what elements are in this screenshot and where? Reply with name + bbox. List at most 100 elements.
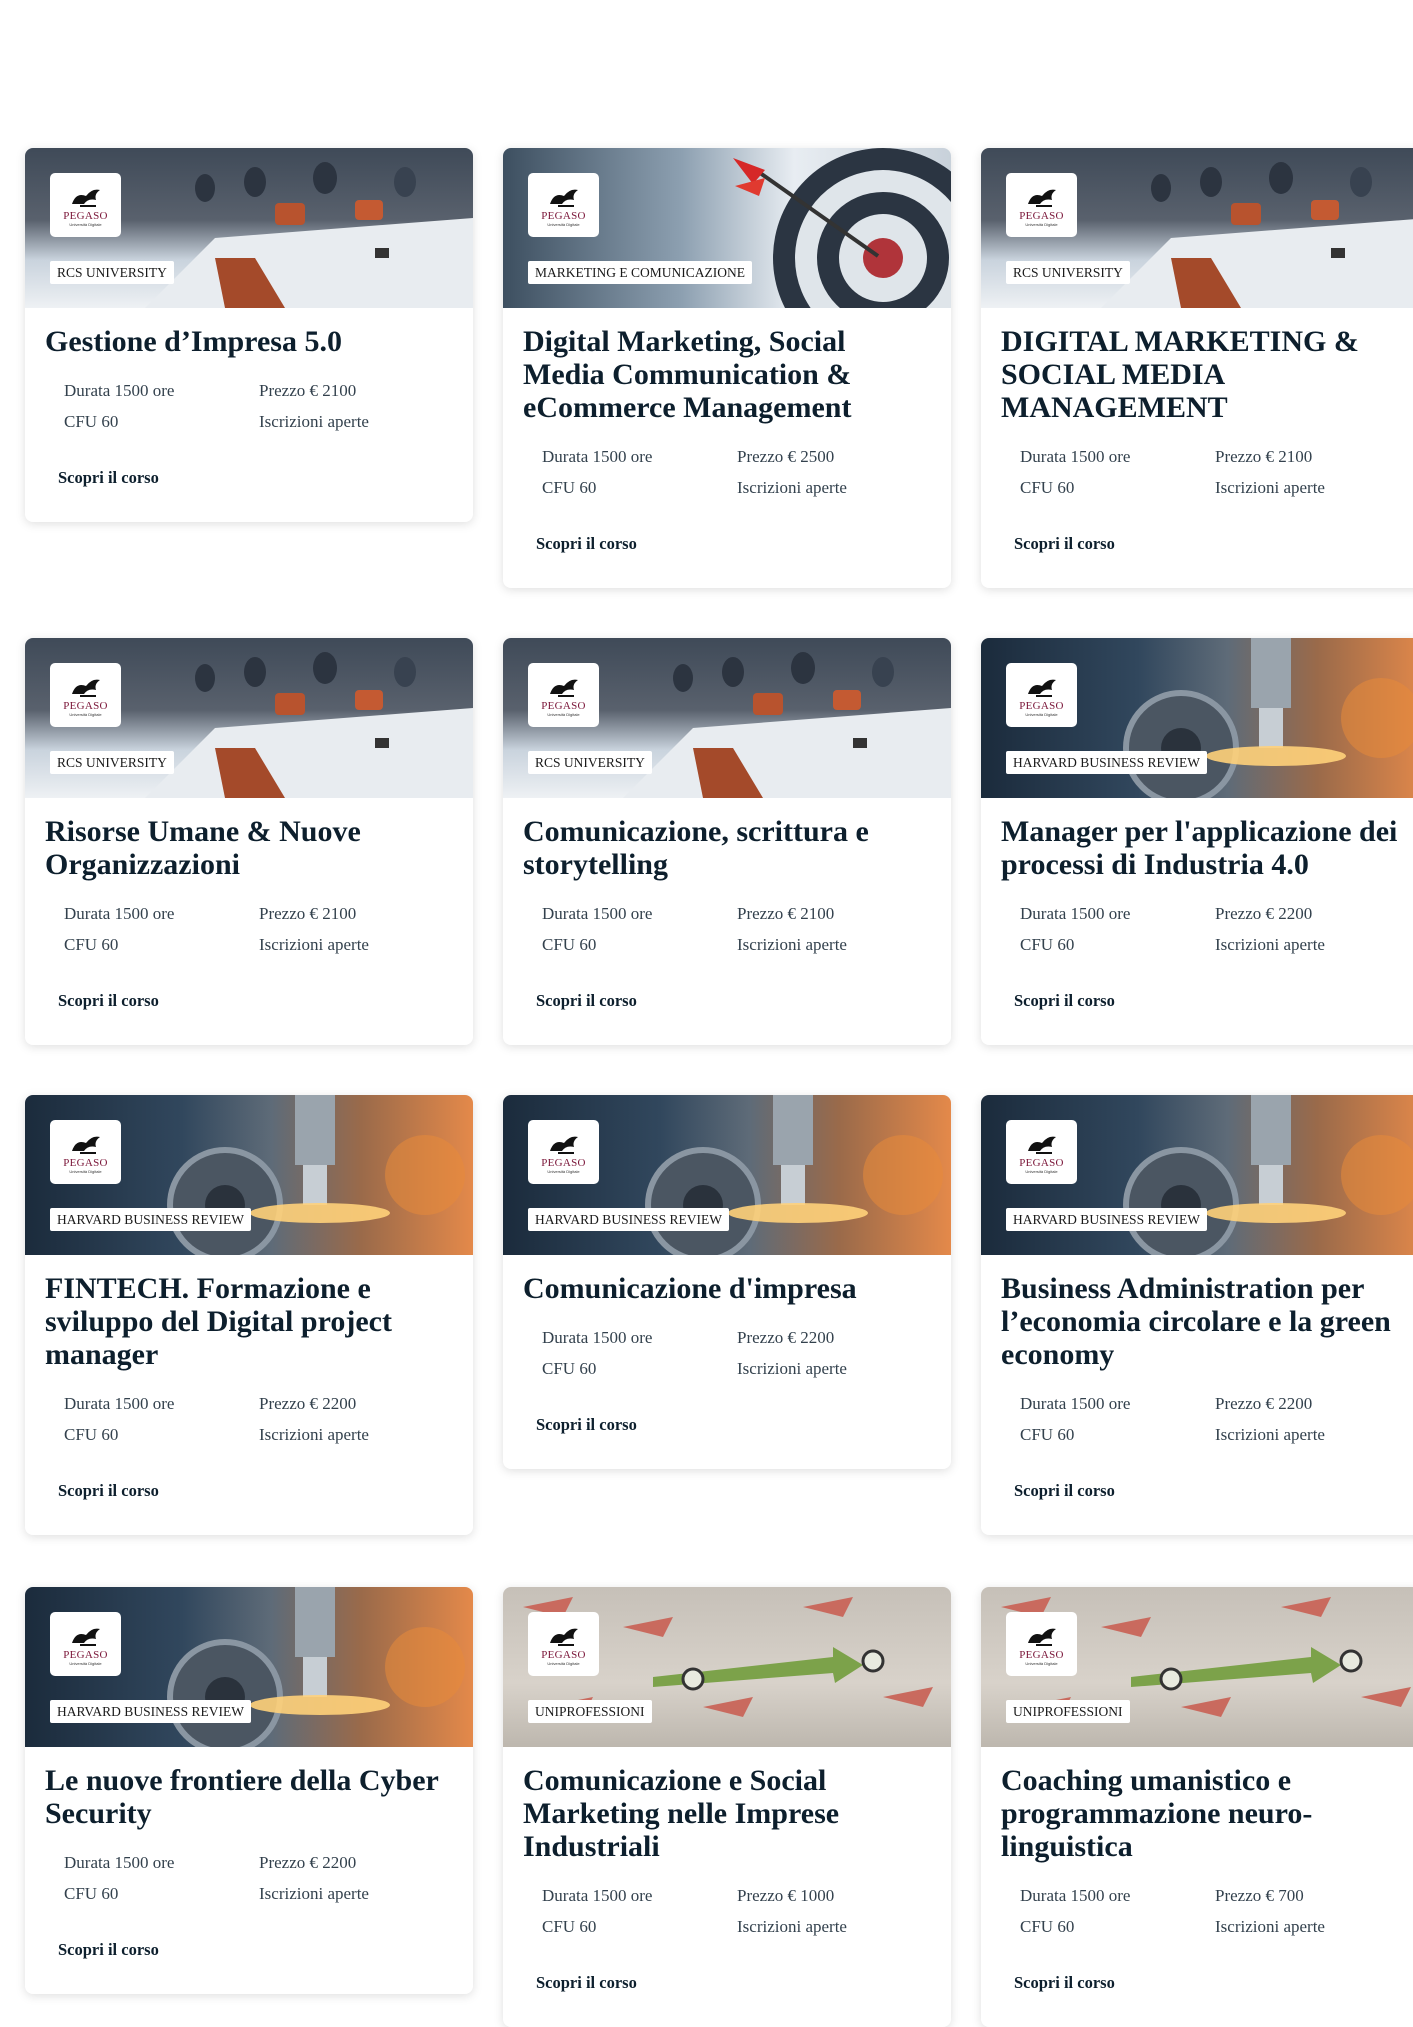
course-title[interactable]: Digital Marketing, Social Media Communic… bbox=[523, 325, 931, 424]
course-info: Durata 1500 ore Prezzo € 2200 CFU 60 Isc… bbox=[1020, 1393, 1409, 1446]
course-status: Iscrizioni aperte bbox=[1215, 1917, 1325, 1936]
logo-subtitle: Università Digitale bbox=[547, 711, 580, 717]
course-image-meeting-room: PEGASO Università Digitale RCS UNIVERSIT… bbox=[503, 638, 951, 798]
partner-tag: HARVARD BUSINESS REVIEW bbox=[528, 1208, 729, 1231]
course-info: Durata 1500 ore Prezzo € 700 CFU 60 Iscr… bbox=[1020, 1885, 1409, 1938]
pegaso-logo: PEGASO Università Digitale bbox=[528, 1612, 599, 1676]
course-title[interactable]: Manager per l'applicazione dei processi … bbox=[1001, 815, 1409, 881]
course-cfu: CFU 60 bbox=[64, 935, 119, 954]
course-info: Durata 1500 ore Prezzo € 2100 CFU 60 Isc… bbox=[1020, 446, 1409, 499]
logo-subtitle: Università Digitale bbox=[1025, 221, 1058, 227]
discover-course-link[interactable]: Scopri il corso bbox=[1014, 1973, 1115, 1993]
pegasus-icon bbox=[71, 679, 100, 697]
course-status: Iscrizioni aperte bbox=[1215, 935, 1325, 954]
course-duration: Durata 1500 ore bbox=[64, 904, 175, 923]
course-image-arrows-floor: PEGASO Università Digitale UNIPROFESSION… bbox=[503, 1587, 951, 1747]
logo-subtitle: Università Digitale bbox=[69, 221, 102, 227]
partner-tag: RCS UNIVERSITY bbox=[50, 751, 174, 774]
logo-subtitle: Università Digitale bbox=[69, 1660, 102, 1666]
course-info: Durata 1500 ore Prezzo € 2100 CFU 60 Isc… bbox=[64, 903, 453, 956]
partner-tag: RCS UNIVERSITY bbox=[50, 261, 174, 284]
pegasus-icon bbox=[1027, 189, 1056, 207]
discover-course-link[interactable]: Scopri il corso bbox=[58, 991, 159, 1011]
course-card[interactable]: PEGASO Università Digitale MARKETING E C… bbox=[503, 148, 951, 588]
pegasus-icon bbox=[71, 1628, 100, 1646]
pegaso-logo: PEGASO Università Digitale bbox=[50, 663, 121, 727]
course-image-meeting-room: PEGASO Università Digitale RCS UNIVERSIT… bbox=[25, 638, 473, 798]
pegaso-logo: PEGASO Università Digitale bbox=[50, 173, 121, 237]
course-duration: Durata 1500 ore bbox=[64, 1394, 175, 1413]
logo-subtitle: Università Digitale bbox=[547, 221, 580, 227]
course-card[interactable]: PEGASO Università Digitale HARVARD BUSIN… bbox=[25, 1587, 473, 1994]
course-card[interactable]: PEGASO Università Digitale RCS UNIVERSIT… bbox=[503, 638, 951, 1045]
course-card[interactable]: PEGASO Università Digitale UNIPROFESSION… bbox=[503, 1587, 951, 2027]
course-price: Prezzo € 2200 bbox=[259, 1853, 357, 1872]
course-card[interactable]: PEGASO Università Digitale HARVARD BUSIN… bbox=[981, 638, 1413, 1045]
course-card[interactable]: PEGASO Università Digitale RCS UNIVERSIT… bbox=[25, 148, 473, 522]
discover-course-link[interactable]: Scopri il corso bbox=[1014, 1481, 1115, 1501]
discover-course-link[interactable]: Scopri il corso bbox=[58, 1481, 159, 1501]
discover-course-link[interactable]: Scopri il corso bbox=[536, 534, 637, 554]
pegasus-icon bbox=[1027, 679, 1056, 697]
discover-course-link[interactable]: Scopri il corso bbox=[58, 1940, 159, 1960]
partner-tag: HARVARD BUSINESS REVIEW bbox=[1006, 751, 1207, 774]
course-image-industrial-drill: PEGASO Università Digitale HARVARD BUSIN… bbox=[503, 1095, 951, 1255]
logo-subtitle: Università Digitale bbox=[69, 711, 102, 717]
discover-course-link[interactable]: Scopri il corso bbox=[1014, 991, 1115, 1011]
course-info: Durata 1500 ore Prezzo € 2200 CFU 60 Isc… bbox=[542, 1327, 931, 1380]
course-info: Durata 1500 ore Prezzo € 1000 CFU 60 Isc… bbox=[542, 1885, 931, 1938]
course-card[interactable]: PEGASO Università Digitale RCS UNIVERSIT… bbox=[981, 148, 1413, 588]
discover-course-link[interactable]: Scopri il corso bbox=[58, 468, 159, 488]
course-price: Prezzo € 700 bbox=[1215, 1886, 1304, 1905]
logo-wordmark: PEGASO bbox=[1019, 699, 1064, 712]
course-title[interactable]: Risorse Umane & Nuove Organizzazioni bbox=[45, 815, 453, 881]
course-cfu: CFU 60 bbox=[1020, 1425, 1075, 1444]
course-price: Prezzo € 2100 bbox=[1215, 447, 1313, 466]
course-card[interactable]: PEGASO Università Digitale HARVARD BUSIN… bbox=[981, 1095, 1413, 1535]
course-status: Iscrizioni aperte bbox=[737, 1917, 847, 1936]
course-info: Durata 1500 ore Prezzo € 2200 CFU 60 Isc… bbox=[64, 1393, 453, 1446]
course-image-industrial-drill: PEGASO Università Digitale HARVARD BUSIN… bbox=[25, 1095, 473, 1255]
course-price: Prezzo € 2100 bbox=[259, 904, 357, 923]
discover-course-link[interactable]: Scopri il corso bbox=[536, 1973, 637, 1993]
course-title[interactable]: FINTECH. Formazione e sviluppo del Digit… bbox=[45, 1272, 453, 1371]
course-info: Durata 1500 ore Prezzo € 2200 CFU 60 Isc… bbox=[1020, 903, 1409, 956]
course-status: Iscrizioni aperte bbox=[259, 935, 369, 954]
course-info: Durata 1500 ore Prezzo € 2200 CFU 60 Isc… bbox=[64, 1852, 453, 1905]
discover-course-link[interactable]: Scopri il corso bbox=[1014, 534, 1115, 554]
pegaso-logo: PEGASO Università Digitale bbox=[50, 1120, 121, 1184]
course-cfu: CFU 60 bbox=[64, 1425, 119, 1444]
course-card[interactable]: PEGASO Università Digitale HARVARD BUSIN… bbox=[25, 1095, 473, 1535]
course-price: Prezzo € 2100 bbox=[259, 381, 357, 400]
course-title[interactable]: Coaching umanistico e programmazione neu… bbox=[1001, 1764, 1409, 1863]
course-duration: Durata 1500 ore bbox=[1020, 447, 1131, 466]
course-image-industrial-drill: PEGASO Università Digitale HARVARD BUSIN… bbox=[25, 1587, 473, 1747]
course-title[interactable]: Le nuove frontiere della Cyber Security bbox=[45, 1764, 453, 1830]
course-duration: Durata 1500 ore bbox=[542, 447, 653, 466]
pegasus-icon bbox=[1027, 1136, 1056, 1154]
course-image-industrial-drill: PEGASO Università Digitale HARVARD BUSIN… bbox=[981, 638, 1413, 798]
course-card[interactable]: PEGASO Università Digitale HARVARD BUSIN… bbox=[503, 1095, 951, 1469]
course-title[interactable]: Comunicazione d'impresa bbox=[523, 1272, 931, 1305]
course-status: Iscrizioni aperte bbox=[737, 478, 847, 497]
course-title[interactable]: DIGITAL MARKETING & SOCIAL MEDIA MANAGEM… bbox=[1001, 325, 1409, 424]
logo-wordmark: PEGASO bbox=[1019, 1156, 1064, 1169]
course-card[interactable]: PEGASO Università Digitale UNIPROFESSION… bbox=[981, 1587, 1413, 2027]
course-duration: Durata 1500 ore bbox=[64, 381, 175, 400]
logo-subtitle: Università Digitale bbox=[69, 1168, 102, 1174]
course-image-darts-target: PEGASO Università Digitale MARKETING E C… bbox=[503, 148, 951, 308]
pegasus-icon bbox=[71, 1136, 100, 1154]
logo-wordmark: PEGASO bbox=[1019, 209, 1064, 222]
discover-course-link[interactable]: Scopri il corso bbox=[536, 991, 637, 1011]
discover-course-link[interactable]: Scopri il corso bbox=[536, 1415, 637, 1435]
course-title[interactable]: Gestione d’Impresa 5.0 bbox=[45, 325, 453, 358]
course-card[interactable]: PEGASO Università Digitale RCS UNIVERSIT… bbox=[25, 638, 473, 1045]
partner-tag: HARVARD BUSINESS REVIEW bbox=[50, 1700, 251, 1723]
course-title[interactable]: Business Administration per l’economia c… bbox=[1001, 1272, 1409, 1371]
course-price: Prezzo € 1000 bbox=[737, 1886, 835, 1905]
course-title[interactable]: Comunicazione, scrittura e storytelling bbox=[523, 815, 931, 881]
course-cfu: CFU 60 bbox=[64, 412, 119, 431]
course-image-meeting-room: PEGASO Università Digitale RCS UNIVERSIT… bbox=[25, 148, 473, 308]
course-title[interactable]: Comunicazione e Social Marketing nelle I… bbox=[523, 1764, 931, 1863]
pegaso-logo: PEGASO Università Digitale bbox=[528, 663, 599, 727]
